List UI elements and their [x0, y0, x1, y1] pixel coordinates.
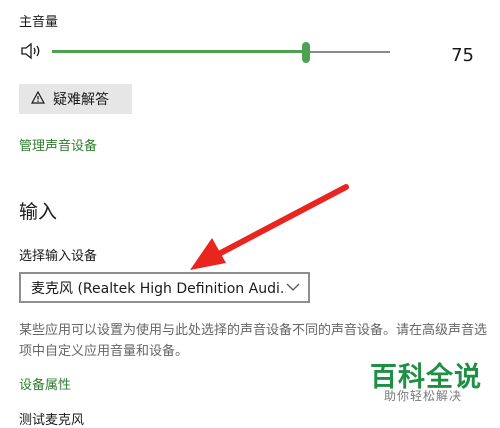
annotation-arrow: [190, 184, 349, 270]
